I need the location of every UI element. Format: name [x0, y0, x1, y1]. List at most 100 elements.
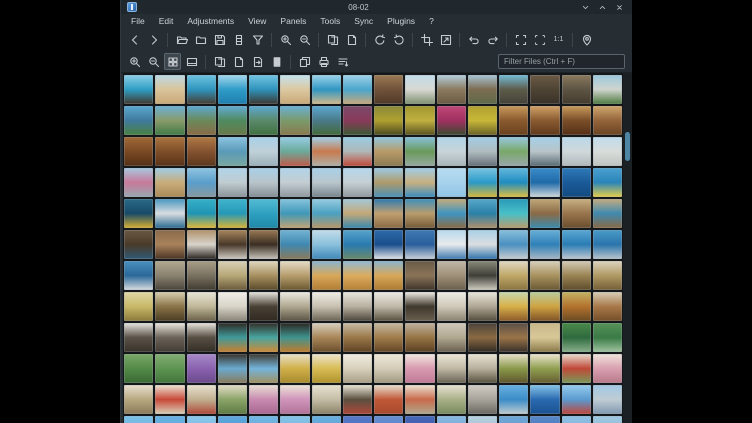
thumbnail-r7-c2[interactable]	[155, 261, 184, 290]
thumbnail-r2-c2[interactable]	[155, 106, 184, 135]
thumbnail-r11-c6[interactable]	[280, 385, 309, 414]
thumbnail-r4-c8[interactable]	[343, 168, 372, 197]
thumbnail-r5-c4[interactable]	[218, 199, 247, 228]
thumbnail-r5-c15[interactable]	[562, 199, 591, 228]
thumbnail-r4-c3[interactable]	[187, 168, 216, 197]
close-button[interactable]	[614, 2, 625, 13]
thumbnail-r12-c6[interactable]	[280, 416, 309, 423]
thumbnail-r1-c8[interactable]	[343, 75, 372, 104]
thumbnail-r5-c5[interactable]	[249, 199, 278, 228]
thumbnail-r8-c15[interactable]	[562, 292, 591, 321]
menu-item-sync[interactable]: Sync	[347, 14, 380, 28]
thumbnail-r5-c10[interactable]	[405, 199, 434, 228]
scrollbar-thumb[interactable]	[625, 132, 630, 161]
thumbnail-r5-c6[interactable]	[280, 199, 309, 228]
batch-button[interactable]	[296, 53, 313, 70]
thumbnail-r1-c9[interactable]	[374, 75, 403, 104]
zoom-in-button[interactable]	[126, 53, 143, 70]
thumbnail-r6-c10[interactable]	[405, 230, 434, 259]
thumbnail-r2-c14[interactable]	[530, 106, 559, 135]
thumbnail-r2-c10[interactable]	[405, 106, 434, 135]
thumbnail-r11-c11[interactable]	[437, 385, 466, 414]
thumbnail-r7-c9[interactable]	[374, 261, 403, 290]
thumbnail-r8-c6[interactable]	[280, 292, 309, 321]
thumbnail-r4-c9[interactable]	[374, 168, 403, 197]
thumbnail-r3-c6[interactable]	[280, 137, 309, 166]
thumbnail-r1-c7[interactable]	[312, 75, 341, 104]
thumbnail-r1-c12[interactable]	[468, 75, 497, 104]
thumbnail-r10-c7[interactable]	[312, 354, 341, 383]
thumbnail-r10-c3[interactable]	[187, 354, 216, 383]
thumbnail-r6-c3[interactable]	[187, 230, 216, 259]
thumbnail-r11-c14[interactable]	[530, 385, 559, 414]
thumbnail-r5-c11[interactable]	[437, 199, 466, 228]
thumbnail-r3-c12[interactable]	[468, 137, 497, 166]
thumbnail-r6-c12[interactable]	[468, 230, 497, 259]
thumbnail-r11-c15[interactable]	[562, 385, 591, 414]
thumbnail-r7-c13[interactable]	[499, 261, 528, 290]
thumbnail-r4-c14[interactable]	[530, 168, 559, 197]
thumbnail-r12-c11[interactable]	[437, 416, 466, 423]
thumbnail-r7-c8[interactable]	[343, 261, 372, 290]
sort-button[interactable]	[334, 53, 351, 70]
thumbnail-r7-c7[interactable]	[312, 261, 341, 290]
single-row-button[interactable]	[183, 53, 200, 70]
thumbnail-r6-c14[interactable]	[530, 230, 559, 259]
thumbnail-r12-c13[interactable]	[499, 416, 528, 423]
menu-item-plugins[interactable]: Plugins	[380, 14, 422, 28]
menu-item-file[interactable]: File	[124, 14, 152, 28]
menu-item-view[interactable]: View	[241, 14, 273, 28]
thumbnail-r7-c12[interactable]	[468, 261, 497, 290]
thumbnail-r1-c14[interactable]	[530, 75, 559, 104]
filter-files-input[interactable]	[498, 54, 625, 69]
thumbnail-r10-c16[interactable]	[593, 354, 622, 383]
thumbnail-r8-c8[interactable]	[343, 292, 372, 321]
thumbnail-r4-c15[interactable]	[562, 168, 591, 197]
thumbnail-r11-c4[interactable]	[218, 385, 247, 414]
move-button[interactable]	[249, 53, 266, 70]
thumbnail-r12-c5[interactable]	[249, 416, 278, 423]
thumbnail-r3-c13[interactable]	[499, 137, 528, 166]
zoom-out-button[interactable]	[296, 31, 313, 48]
thumbnail-r6-c15[interactable]	[562, 230, 591, 259]
thumbnail-r8-c2[interactable]	[155, 292, 184, 321]
thumbnail-r12-c10[interactable]	[405, 416, 434, 423]
thumbnail-r11-c2[interactable]	[155, 385, 184, 414]
nav-forward-button[interactable]	[145, 31, 162, 48]
rotate-cw-button[interactable]	[390, 31, 407, 48]
thumbnail-r9-c9[interactable]	[374, 323, 403, 352]
thumbnail-r11-c5[interactable]	[249, 385, 278, 414]
thumbnail-r6-c7[interactable]	[312, 230, 341, 259]
thumbnail-r7-c6[interactable]	[280, 261, 309, 290]
thumbnail-r3-c5[interactable]	[249, 137, 278, 166]
maximize-button[interactable]	[597, 2, 608, 13]
thumbnail-r10-c13[interactable]	[499, 354, 528, 383]
thumbnail-r4-c1[interactable]	[124, 168, 153, 197]
thumbnail-r1-c6[interactable]	[280, 75, 309, 104]
thumbnail-r2-c5[interactable]	[249, 106, 278, 135]
thumbnail-r3-c16[interactable]	[593, 137, 622, 166]
thumbnail-r11-c7[interactable]	[312, 385, 341, 414]
thumbnail-r5-c1[interactable]	[124, 199, 153, 228]
thumbnail-r12-c3[interactable]	[187, 416, 216, 423]
menu-item-panels[interactable]: Panels	[273, 14, 313, 28]
thumbnail-r11-c3[interactable]	[187, 385, 216, 414]
menu-item-adjustments[interactable]: Adjustments	[180, 14, 241, 28]
thumbnail-r2-c9[interactable]	[374, 106, 403, 135]
thumbnail-r2-c4[interactable]	[218, 106, 247, 135]
thumbnail-r10-c14[interactable]	[530, 354, 559, 383]
thumbnail-r5-c7[interactable]	[312, 199, 341, 228]
zoom-in-button[interactable]	[277, 31, 294, 48]
thumbnail-r6-c9[interactable]	[374, 230, 403, 259]
folder-open-button[interactable]	[173, 31, 190, 48]
nav-back-button[interactable]	[126, 31, 143, 48]
thumbnail-r7-c15[interactable]	[562, 261, 591, 290]
copy-button[interactable]	[211, 53, 228, 70]
thumbnail-r6-c6[interactable]	[280, 230, 309, 259]
thumbnail-r8-c11[interactable]	[437, 292, 466, 321]
thumbnail-r3-c15[interactable]	[562, 137, 591, 166]
thumbnail-r7-c16[interactable]	[593, 261, 622, 290]
thumbnail-r8-c1[interactable]	[124, 292, 153, 321]
thumbnail-r2-c11[interactable]	[437, 106, 466, 135]
thumbnail-r4-c4[interactable]	[218, 168, 247, 197]
